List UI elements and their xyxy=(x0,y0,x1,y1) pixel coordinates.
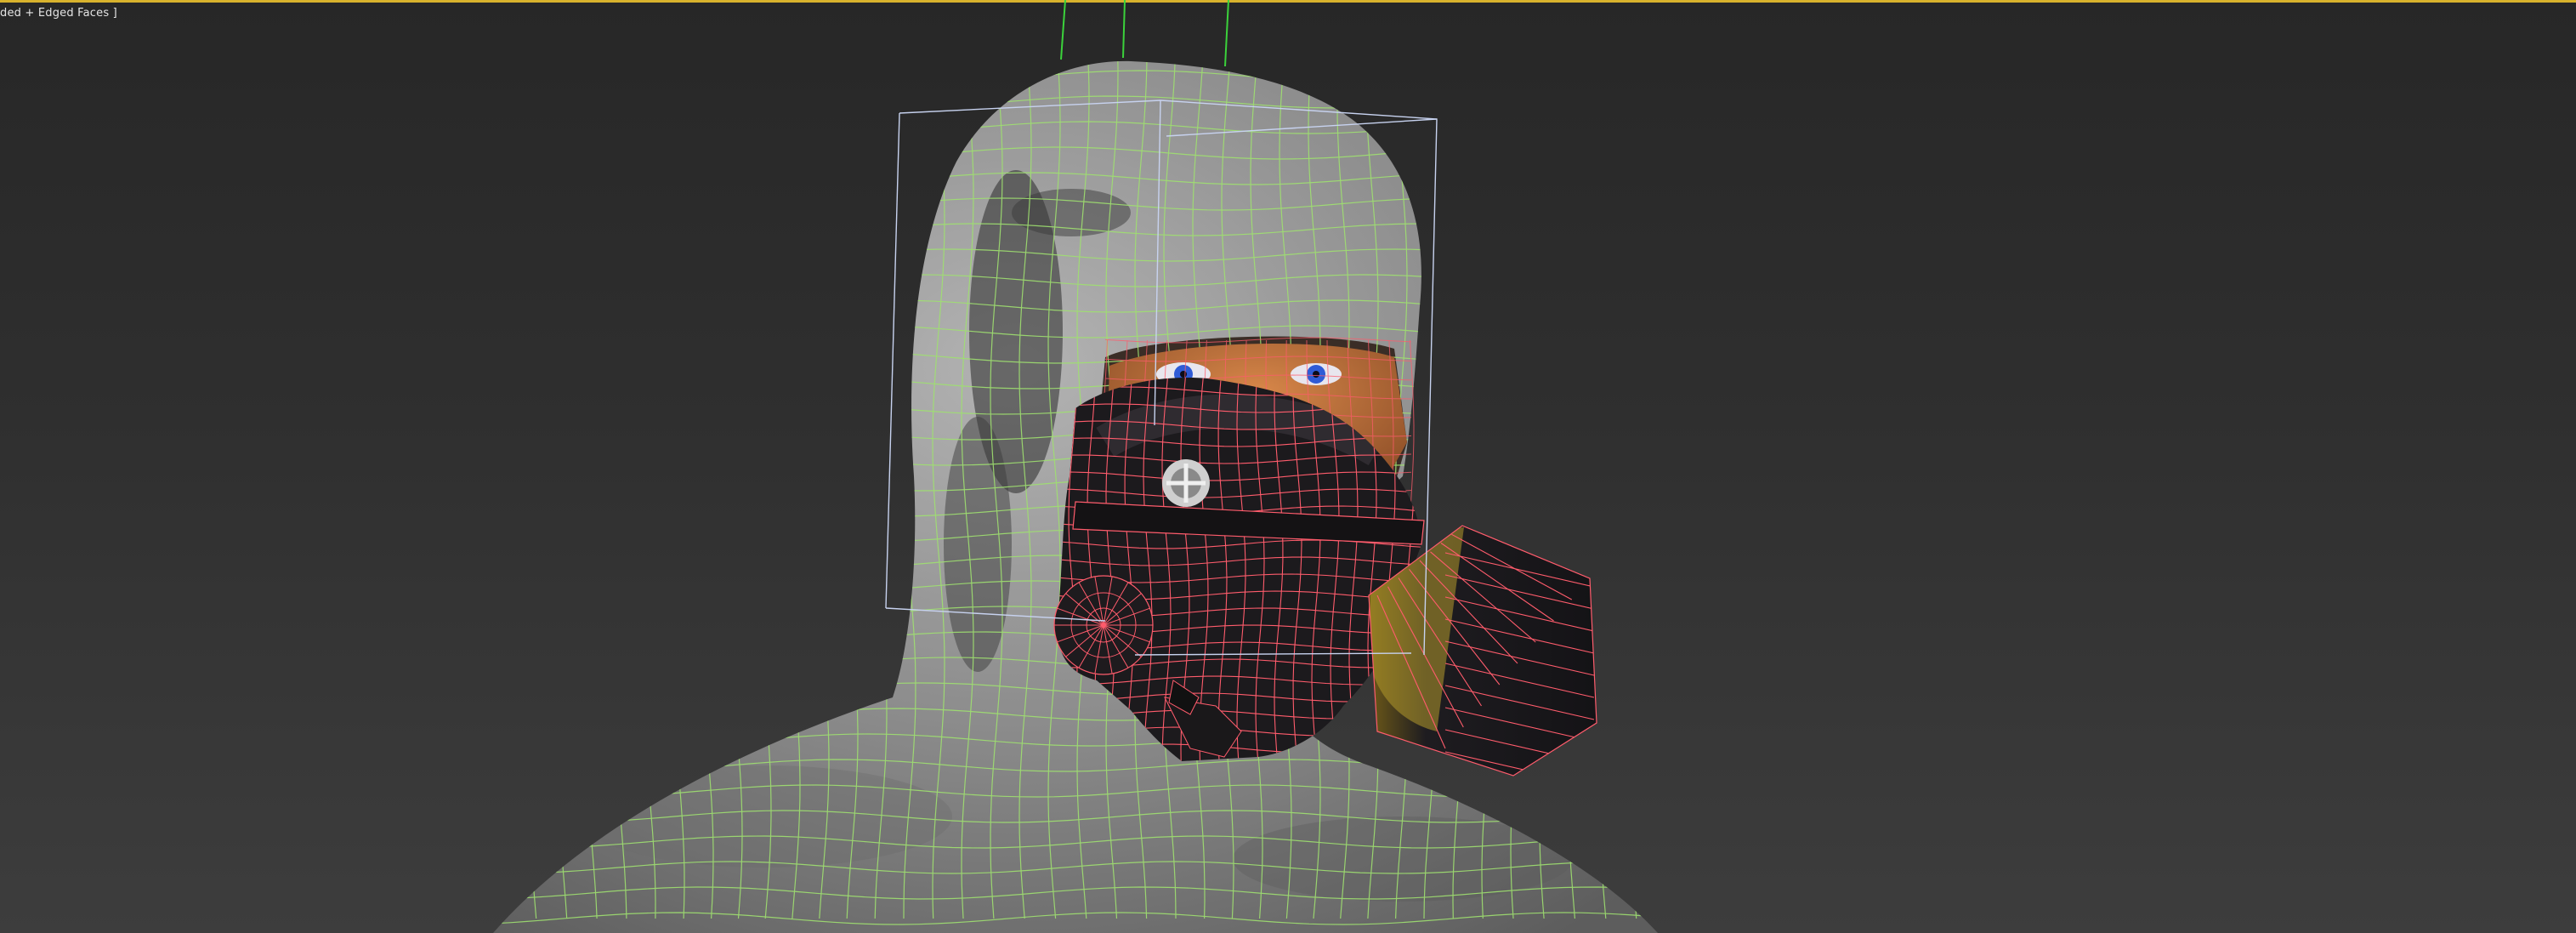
pivot-axis-lines xyxy=(1060,0,1229,67)
mask-emblem-icon xyxy=(1162,459,1210,507)
perspective-viewport[interactable]: ded + Edged Faces ] xyxy=(0,0,2576,933)
right-eye-icon xyxy=(1291,363,1342,385)
scene-canvas[interactable] xyxy=(0,0,2576,933)
